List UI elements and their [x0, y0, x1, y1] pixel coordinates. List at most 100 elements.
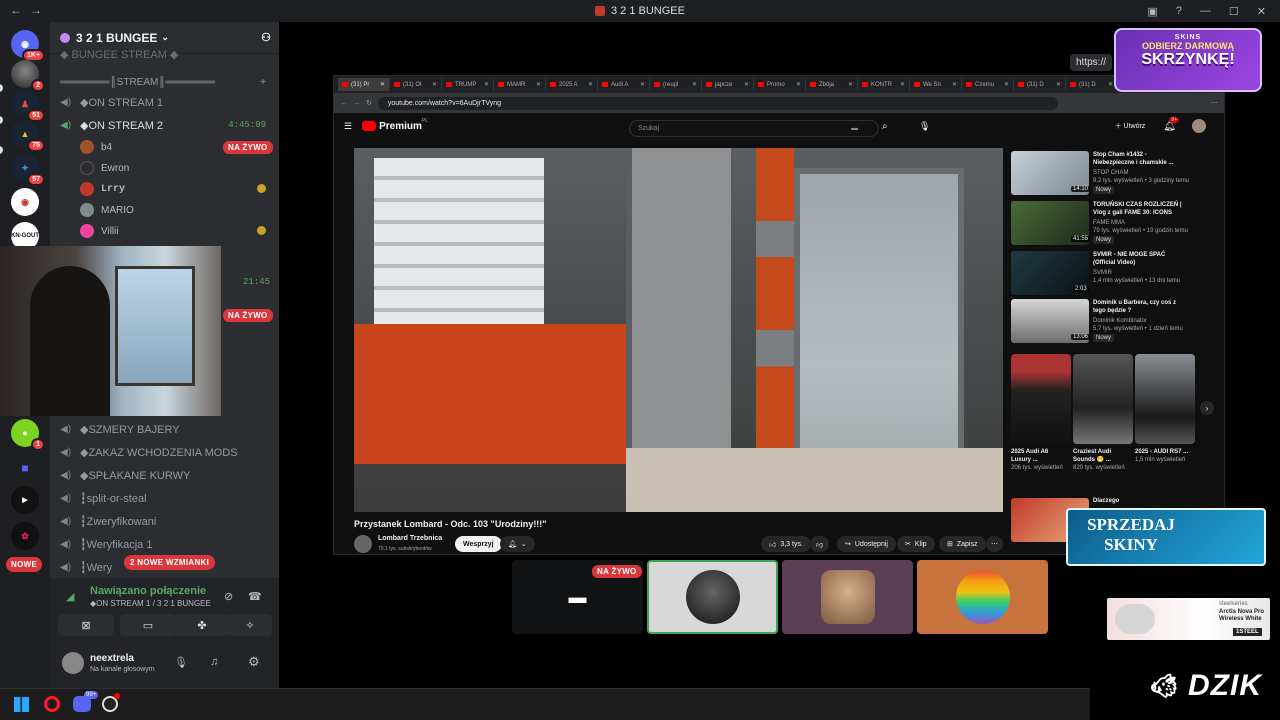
- short-thumbnail[interactable]: [1011, 354, 1071, 444]
- voice-channel-szmery[interactable]: ◀) ◆SZMERY BAJERY: [58, 419, 272, 439]
- youtube-logo-icon[interactable]: [362, 121, 377, 131]
- recommendation[interactable]: 13:06 Dominik u Barbera, czy coś z tego …: [1011, 299, 1191, 345]
- recommendation[interactable]: 2:03 SVMIR - NIE MOGE SPAĆ (Official Vid…: [1011, 251, 1191, 297]
- shared-browser[interactable]: (31) Pr ✕ (31) Ol ✕ TRUMP ✕ MAMR ✕ 2025 A ✕ Audi A…: [333, 75, 1225, 555]
- skins-ad[interactable]: SKINS ODBIERZ DARMOWĄ SKRZYNKĘ!: [1114, 28, 1262, 92]
- share-button[interactable]: ↪ Udostępnij: [837, 536, 896, 552]
- soundboard-button[interactable]: ✧: [228, 614, 272, 636]
- voice-channel-on-stream-1[interactable]: ◀) ◆ON STREAM 1: [58, 92, 272, 112]
- browser-tab[interactable]: 2025 A ✕: [546, 78, 598, 91]
- screenshare-button[interactable]: ▭: [120, 614, 176, 636]
- subscribe-bell-button[interactable]: 🔔︎ ⌄: [500, 536, 535, 552]
- server-icon[interactable]: 2: [11, 60, 45, 92]
- microphone-icon[interactable]: 🎙︎: [174, 656, 188, 669]
- minimize-button[interactable]: —: [1200, 5, 1211, 17]
- extension-icon[interactable]: ⋯: [1211, 99, 1218, 107]
- voice-status[interactable]: Nawiązano połączenie: [90, 585, 206, 597]
- close-tab-icon[interactable]: ✕: [640, 81, 645, 88]
- activities-button[interactable]: ✤: [174, 614, 230, 636]
- server-icon[interactable]: ✿: [11, 522, 39, 550]
- server-icon[interactable]: ♟ 51: [11, 90, 45, 122]
- notifications-icon[interactable]: 🔔︎ 9+: [1163, 116, 1179, 132]
- windows-start-icon[interactable]: [14, 697, 29, 712]
- stream-tile-user[interactable]: [917, 560, 1048, 634]
- more-button[interactable]: ⋯: [986, 536, 1003, 552]
- browser-tab[interactable]: (31) Ol ✕: [390, 78, 442, 91]
- voice-channel-zweryfikowani[interactable]: ◀) ┇Zweryfikowani: [58, 511, 272, 531]
- headphones-icon[interactable]: ♫: [210, 656, 218, 668]
- close-tab-icon[interactable]: ✕: [1108, 81, 1113, 88]
- channel-name[interactable]: Lombard Trzebnica: [378, 535, 442, 542]
- close-tab-icon[interactable]: ✕: [588, 81, 593, 88]
- shorts-next-icon[interactable]: ›: [1200, 401, 1214, 415]
- server-icon[interactable]: ▶: [11, 486, 39, 514]
- folder-icon[interactable]: ■: [11, 454, 39, 482]
- voice-user[interactable]: Ewron: [80, 159, 129, 177]
- camera-button[interactable]: ⊠: [58, 614, 114, 636]
- inbox-icon[interactable]: ▣: [1147, 5, 1157, 18]
- history-nav[interactable]: ←→: [10, 3, 50, 17]
- save-button[interactable]: ⊞ Zapisz: [939, 536, 986, 552]
- server-icon[interactable]: ✦ 57: [11, 154, 45, 186]
- disconnect-icon[interactable]: ☎: [248, 590, 262, 603]
- server-icon[interactable]: ▲ 75: [11, 120, 45, 152]
- browser-tab[interactable]: Promo ✕: [754, 78, 806, 91]
- close-tab-icon[interactable]: ✕: [536, 81, 541, 88]
- clip-button[interactable]: ✂ Klip: [897, 536, 935, 552]
- browser-tab[interactable]: (31) Pr ✕: [338, 78, 390, 91]
- menu-icon[interactable]: ☰: [344, 121, 352, 132]
- close-tab-icon[interactable]: ✕: [796, 81, 801, 88]
- browser-tab[interactable]: TRUMP ✕: [442, 78, 494, 91]
- browser-tab[interactable]: (31) D ✕: [1014, 78, 1066, 91]
- search-button[interactable]: ⌕: [882, 121, 888, 132]
- account-avatar[interactable]: [62, 652, 84, 674]
- url-field[interactable]: youtube.com/watch?v=6AuDjrTVyng: [377, 96, 1058, 110]
- voice-channel-weryfikacja[interactable]: ◀) ┇Weryfikacja 1: [58, 534, 272, 554]
- server-icon[interactable]: ● 1: [11, 419, 45, 451]
- close-button[interactable]: ✕: [1257, 5, 1266, 18]
- browser-tab[interactable]: japcze ✕: [702, 78, 754, 91]
- reload-icon[interactable]: ↻: [366, 99, 372, 107]
- close-tab-icon[interactable]: ✕: [1056, 81, 1061, 88]
- browser-tab[interactable]: Audi A ✕: [598, 78, 650, 91]
- browser-tab[interactable]: (reupl ✕: [650, 78, 702, 91]
- opera-icon[interactable]: [44, 696, 60, 712]
- voice-user[interactable]: Lrry: [80, 180, 125, 198]
- voice-channel-splakane[interactable]: ◀) ◆SPŁAKANE KURWY: [58, 465, 272, 485]
- like-button[interactable]: 👍︎ 3,3 tys.: [761, 536, 811, 552]
- voice-user[interactable]: b4: [80, 138, 112, 156]
- search-input[interactable]: Szukaj ▬: [629, 120, 879, 137]
- add-member-icon[interactable]: ⚇: [261, 31, 271, 44]
- voice-user[interactable]: Villii: [80, 222, 119, 240]
- add-channel-icon[interactable]: +: [260, 77, 272, 88]
- browser-tab[interactable]: Czemu ✕: [962, 78, 1014, 91]
- voice-user[interactable]: MARIO: [80, 201, 134, 219]
- maximize-button[interactable]: ☐: [1229, 5, 1239, 18]
- noise-suppression-icon[interactable]: ⊘: [224, 590, 233, 603]
- browser-tab[interactable]: KONTR ✕: [858, 78, 910, 91]
- channel-partial[interactable]: ◆ BUNGEE STREAM ◆: [58, 44, 272, 64]
- video-player[interactable]: [354, 148, 1003, 512]
- close-tab-icon[interactable]: ✕: [1004, 81, 1009, 88]
- support-button[interactable]: Wesprzyj: [455, 536, 502, 552]
- close-tab-icon[interactable]: ✕: [380, 81, 385, 88]
- stream-tile-user[interactable]: [782, 560, 913, 634]
- voice-channel-on-stream-2[interactable]: ◀) ◆ON STREAM 2 4:45:09: [58, 115, 272, 135]
- short-thumbnail[interactable]: [1135, 354, 1195, 444]
- category-stream[interactable]: ═══════║STREAM║═══════ +: [58, 72, 272, 92]
- sell-skins-ad[interactable]: SPRZEDAJ SKINY: [1066, 508, 1266, 566]
- create-button[interactable]: ＋ Utwórz: [1115, 121, 1146, 131]
- back-icon[interactable]: ←: [340, 100, 347, 107]
- stream-tile-user[interactable]: [647, 560, 778, 634]
- keyboard-icon[interactable]: ▬: [851, 125, 858, 132]
- voice-channel-zakaz[interactable]: ◀) ◆ZAKAZ WCHODZENIA MODS: [58, 442, 272, 462]
- close-tab-icon[interactable]: ✕: [900, 81, 905, 88]
- new-badge[interactable]: NOWE: [6, 557, 43, 572]
- close-tab-icon[interactable]: ✕: [692, 81, 697, 88]
- close-tab-icon[interactable]: ✕: [744, 81, 749, 88]
- recommendation[interactable]: 14:10 Stop Cham #1432 - Niebezpieczne i …: [1011, 151, 1191, 197]
- short-thumbnail[interactable]: [1073, 354, 1133, 444]
- dislike-button[interactable]: 👎︎: [810, 536, 830, 552]
- steelseries-ad[interactable]: steelseries Arctis Nova Pro Wireless Whi…: [1107, 598, 1270, 640]
- browser-tab[interactable]: We Sn ✕: [910, 78, 962, 91]
